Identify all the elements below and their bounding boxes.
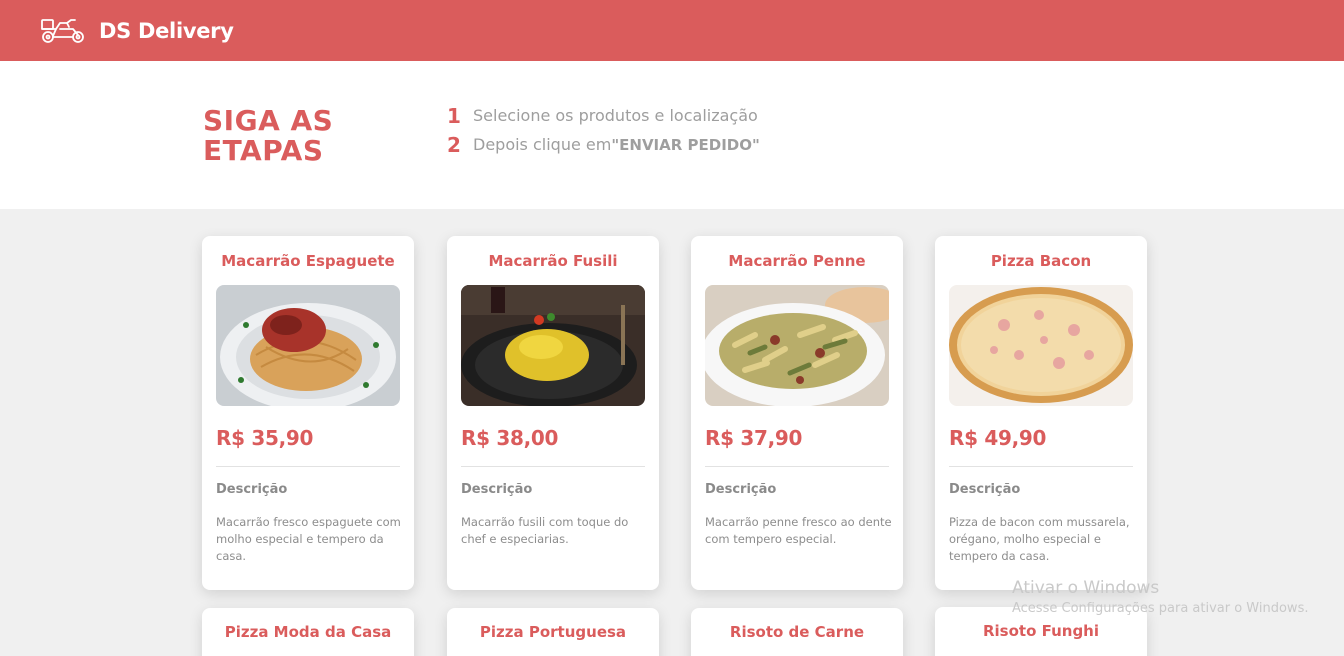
steps-list: 1 Selecione os produtos e localização 2 … (447, 101, 760, 159)
product-name: Pizza Bacon (990, 252, 1092, 270)
description-label: Descrição (705, 482, 777, 497)
product-name: Macarrão Espaguete (221, 252, 395, 270)
step-item: 1 Selecione os produtos e localização (447, 101, 760, 130)
card-divider (705, 466, 889, 467)
step-emphasis: "ENVIAR PEDIDO" (611, 135, 760, 154)
navbar: DS Delivery (0, 0, 1344, 61)
product-card[interactable]: Risoto de Carne (691, 608, 903, 656)
product-card[interactable]: Pizza Bacon R$ 49,90 Descrição Pizza de … (935, 236, 1147, 590)
product-name: Risoto de Carne (729, 623, 865, 641)
description-label: Descrição (949, 482, 1021, 497)
product-card[interactable]: Pizza Moda da Casa (202, 608, 414, 656)
steps-title-line2: ETAPAS (203, 134, 324, 167)
product-price: R$ 37,90 (705, 426, 803, 450)
step-number: 2 (447, 132, 461, 157)
product-name: Pizza Portuguesa (479, 623, 627, 641)
windows-activation-watermark: Ativar o Windows Acesse Configurações pa… (1012, 578, 1308, 616)
description-label: Descrição (216, 482, 288, 497)
product-description: Macarrão fresco espaguete com molho espe… (216, 515, 401, 563)
product-name: Macarrão Penne (728, 252, 866, 270)
steps-title: SIGA AS ETAPAS (203, 106, 403, 166)
fusilli-photo (461, 285, 645, 406)
product-price: R$ 38,00 (461, 426, 559, 450)
product-card[interactable]: Macarrão Fusili R$ 38,00 Descrição Macar… (447, 236, 659, 590)
card-divider (949, 466, 1133, 467)
brand-name[interactable]: DS Delivery (99, 19, 234, 43)
product-card[interactable]: Pizza Portuguesa (447, 608, 659, 656)
product-card[interactable]: Macarrão Penne R$ 37,90 Descrição Macarr… (691, 236, 903, 590)
watermark-title: Ativar o Windows (1012, 578, 1160, 598)
description-label: Descrição (461, 482, 533, 497)
order-steps-section: SIGA AS ETAPAS 1 Selecione os produtos e… (0, 61, 1344, 209)
product-description: Macarrão penne fresco ao dente com tempe… (705, 515, 892, 546)
step-number: 1 (447, 103, 461, 128)
product-description: Pizza de bacon com mussarela, orégano, m… (949, 515, 1130, 563)
motorcycle-delivery-icon[interactable] (40, 17, 86, 45)
card-divider (461, 466, 645, 467)
bacon-pizza-photo (949, 285, 1133, 406)
card-divider (216, 466, 400, 467)
product-price: R$ 35,90 (216, 426, 314, 450)
product-name: Pizza Moda da Casa (224, 623, 392, 641)
product-price: R$ 49,90 (949, 426, 1047, 450)
step-text: Selecione os produtos e localização (473, 106, 758, 125)
product-name: Risoto Funghi (982, 622, 1100, 640)
penne-photo (705, 285, 889, 406)
step-item: 2 Depois clique em "ENVIAR PEDIDO" (447, 130, 760, 159)
spaghetti-photo (216, 285, 400, 406)
product-description: Macarrão fusili com toque do chef e espe… (461, 515, 629, 546)
step-text: Depois clique em (473, 135, 612, 154)
product-card[interactable]: Macarrão Espaguete R$ 35,90 Descrição Ma… (202, 236, 414, 590)
watermark-subtitle: Acesse Configurações para ativar o Windo… (1012, 601, 1309, 616)
product-name: Macarrão Fusili (488, 252, 618, 270)
steps-title-line1: SIGA AS (203, 104, 334, 137)
